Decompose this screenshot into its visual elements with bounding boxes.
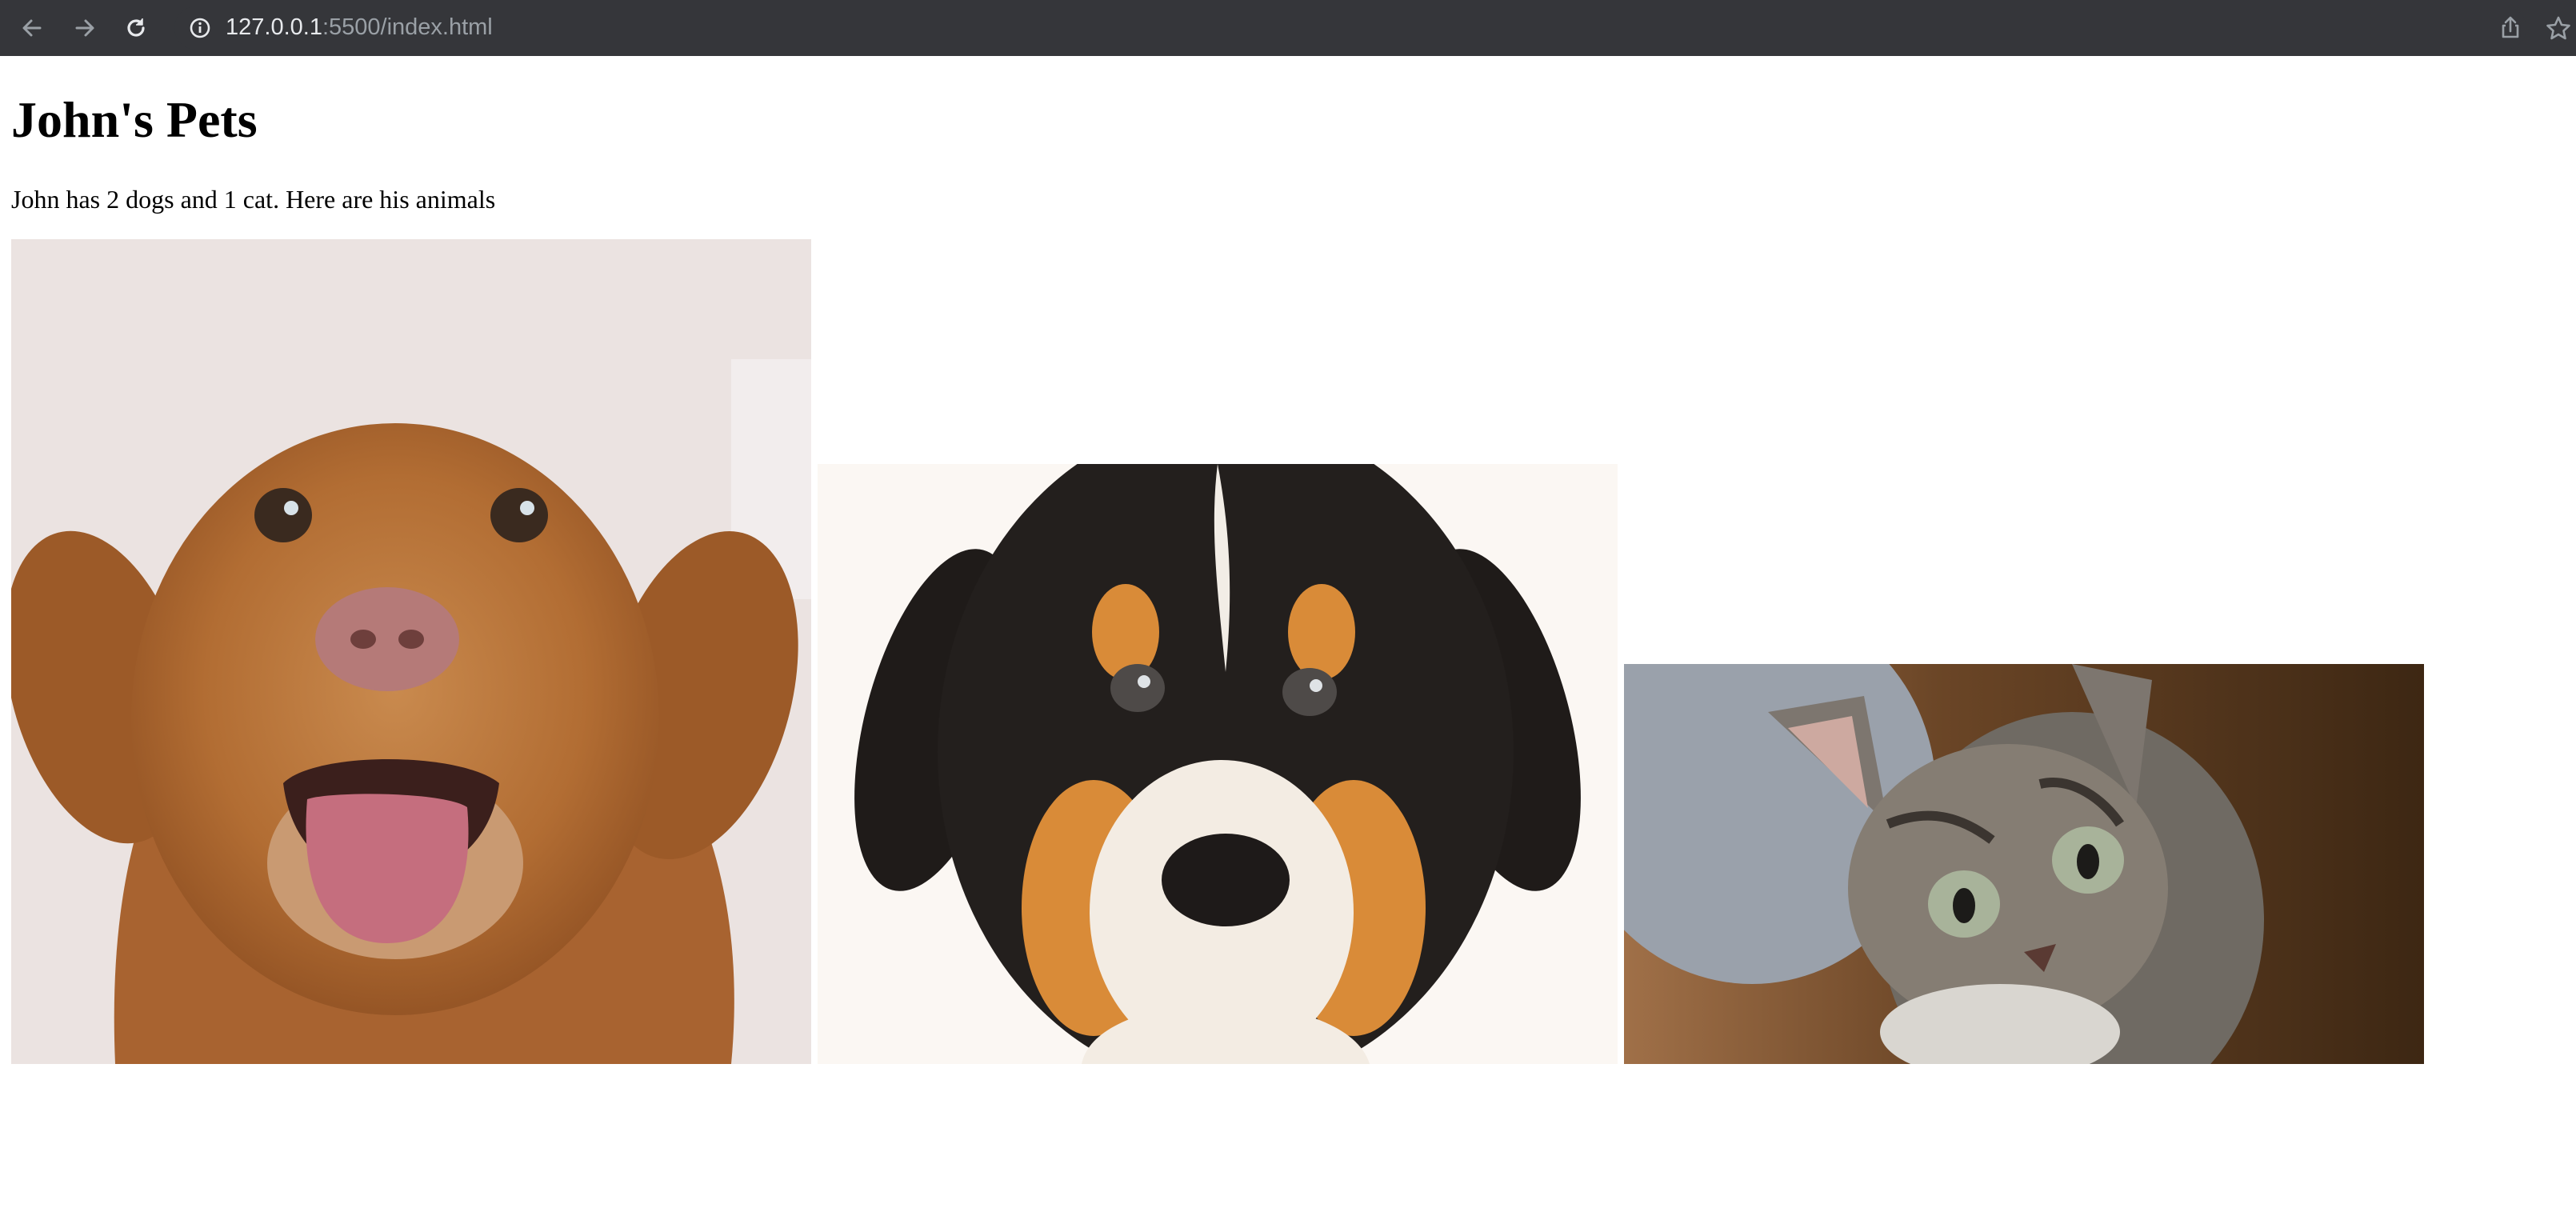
reload-icon[interactable] bbox=[122, 14, 150, 42]
forward-arrow-icon[interactable] bbox=[70, 14, 99, 42]
browser-toolbar: 127.0.0.1:5500/index.html bbox=[0, 0, 2576, 56]
url-host: 127.0.0.1 bbox=[226, 14, 322, 40]
dog-photo-2 bbox=[818, 464, 1618, 1064]
cat-photo bbox=[1624, 664, 2424, 1064]
url-text[interactable]: 127.0.0.1:5500/index.html bbox=[226, 11, 493, 43]
back-arrow-icon[interactable] bbox=[18, 14, 46, 42]
intro-paragraph: John has 2 dogs and 1 cat. Here are his … bbox=[11, 185, 496, 214]
bookmark-star-icon[interactable] bbox=[2544, 14, 2573, 42]
dog-photo-1 bbox=[11, 239, 811, 1064]
share-icon[interactable] bbox=[2496, 14, 2525, 42]
site-info-icon[interactable] bbox=[186, 14, 214, 42]
page-title: John's Pets bbox=[11, 91, 258, 148]
address-bar[interactable] bbox=[174, 6, 2526, 50]
url-path: :5500/index.html bbox=[322, 14, 493, 40]
